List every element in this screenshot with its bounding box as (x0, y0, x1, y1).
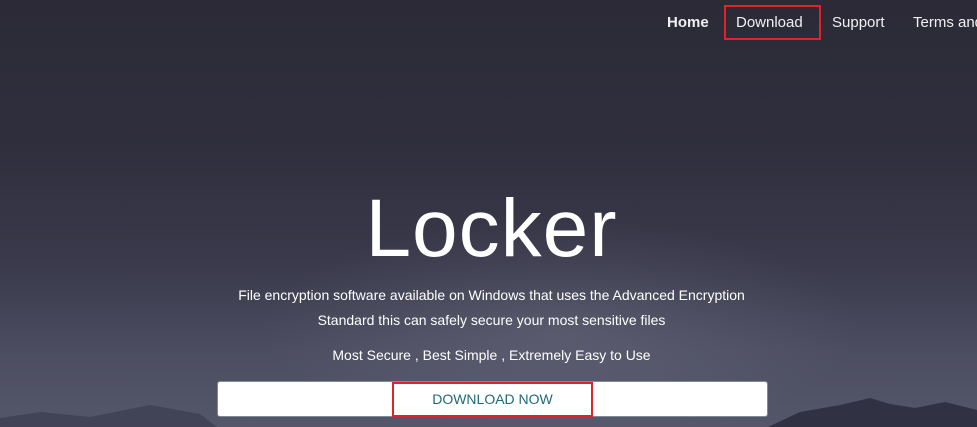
hero-description: File encryption software available on Wi… (0, 283, 977, 333)
top-navigation: Home Download Support Terms and (0, 0, 977, 45)
nav-home-link[interactable]: Home (667, 14, 709, 32)
download-nav-highlight-box (724, 5, 821, 40)
hero-description-line-1: File encryption software available on Wi… (238, 287, 745, 303)
hero-title: Locker (365, 183, 618, 274)
nav-terms-link[interactable]: Terms and (913, 14, 977, 32)
nav-support-link[interactable]: Support (832, 14, 885, 32)
download-now-highlight-box (392, 382, 593, 417)
page: Home Download Support Terms and Locker F… (0, 0, 977, 427)
hero-description-line-2: Standard this can safely secure your mos… (317, 312, 666, 328)
hero-tagline: Most Secure , Best Simple , Extremely Ea… (332, 347, 651, 363)
